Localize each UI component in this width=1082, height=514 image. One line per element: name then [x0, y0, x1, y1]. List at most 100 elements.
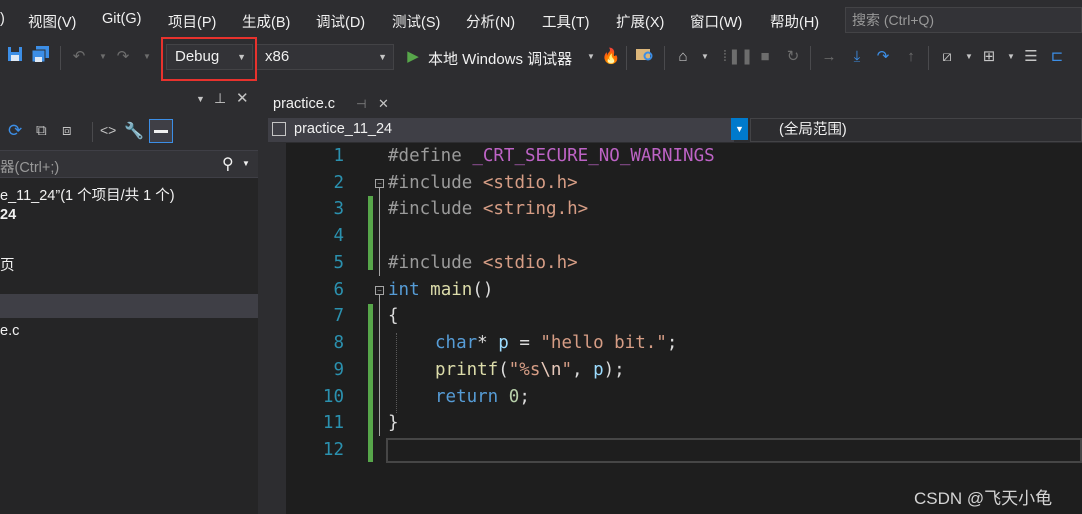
include-path-token: <stdio.h>	[482, 253, 578, 273]
comment-icon[interactable]: ☰	[1020, 46, 1042, 68]
menu-test[interactable]: 测试(S)	[392, 11, 440, 32]
platform-select[interactable]: x86 ▼	[256, 44, 394, 70]
menu-bar: ) 视图(V) Git(G) 项目(P) 生成(B) 调试(D) 测试(S) 分…	[0, 0, 1082, 40]
hex-display-icon[interactable]: ⧄	[936, 46, 958, 68]
panel-menu-icon[interactable]: ▼	[196, 94, 205, 104]
pause-icon[interactable]: ❚❚	[728, 46, 753, 68]
selected-row	[0, 294, 258, 318]
solution-explorer-toolbar: ⟳ ⧉ ⧈ <> 🔧	[0, 116, 258, 150]
code-map-icon[interactable]: ⊞	[978, 46, 1000, 68]
line-number: 5	[333, 253, 344, 273]
view-code-icon[interactable]: <>	[100, 122, 116, 138]
tab-label: practice.c	[273, 96, 336, 112]
solution-explorer: ▼ ⊥ ✕ ⟳ ⧉ ⧈ <> 🔧 器(Ctrl+;) ⚲ ▼ e_11_24”(…	[0, 86, 258, 514]
punctuation-token: ,	[572, 360, 594, 380]
preview-selected-items-icon[interactable]	[149, 119, 173, 143]
show-next-statement-icon[interactable]: →	[818, 46, 840, 68]
menu-window[interactable]: 窗口(W)	[690, 11, 742, 32]
menu-debug[interactable]: 调试(D)	[316, 11, 365, 32]
step-out-icon[interactable]: ↑	[900, 46, 922, 68]
save-all-icon[interactable]	[30, 46, 52, 68]
macro-token: _CRT_SECURE_NO_WARNINGS	[472, 146, 715, 166]
search-options-dropdown-icon[interactable]: ▼	[242, 159, 250, 168]
pin-icon[interactable]: ⊥	[214, 90, 226, 107]
pin-tab-icon[interactable]: ⊣	[356, 97, 366, 111]
punctuation-token: ()	[472, 280, 494, 300]
function-token: printf	[435, 360, 499, 380]
menu-extensions[interactable]: 扩展(X)	[616, 11, 664, 32]
browser-link-icon[interactable]: ⌂	[672, 46, 694, 68]
preprocessor-token: #define	[388, 146, 462, 166]
menu-analyze[interactable]: 分析(N)	[466, 11, 515, 32]
project-node[interactable]: 24	[0, 207, 16, 223]
collapse-icon[interactable]: −	[375, 286, 384, 295]
global-scope-select[interactable]: (全局范围)	[750, 118, 1082, 142]
chevron-down-icon[interactable]: ▼	[731, 118, 748, 140]
start-debug-icon[interactable]: ▶	[402, 46, 424, 68]
brace-token: }	[388, 413, 399, 433]
undo-dropdown-icon[interactable]: ▼	[92, 46, 114, 68]
hot-reload-icon[interactable]: 🔥	[600, 46, 622, 68]
close-tab-icon[interactable]: ✕	[378, 96, 389, 112]
solution-search-input[interactable]: 器(Ctrl+;) ⚲ ▼	[0, 150, 258, 178]
show-all-files-icon[interactable]: ⧈	[62, 122, 72, 139]
menu-build[interactable]: 生成(B)	[242, 11, 290, 32]
sync-icon[interactable]: ⟳	[8, 121, 22, 141]
menu-help[interactable]: 帮助(H)	[770, 11, 819, 32]
redo-dropdown-icon[interactable]: ▼	[136, 46, 158, 68]
change-indicator	[368, 304, 373, 462]
restart-icon[interactable]: ↻	[782, 46, 804, 68]
stop-icon[interactable]: ■	[754, 46, 776, 68]
panel-divider[interactable]	[258, 86, 286, 514]
menu-git[interactable]: Git(G)	[102, 11, 141, 27]
collapse-all-icon[interactable]: ⧉	[36, 122, 47, 139]
search-input[interactable]: 搜索 (Ctrl+Q)	[845, 7, 1082, 33]
code-line-11: }	[388, 413, 399, 433]
menu-project[interactable]: 项目(P)	[168, 11, 216, 32]
toolbar-separator	[928, 46, 929, 70]
line-number: 4	[333, 226, 344, 246]
line-number: 2	[333, 173, 344, 193]
code-line-8: char* p = "hello bit.";	[435, 333, 677, 353]
start-debug-button[interactable]: 本地 Windows 调试器	[428, 48, 572, 69]
line-number: 11	[322, 413, 344, 433]
project-scope-select[interactable]: practice_11_24	[268, 118, 734, 142]
save-icon[interactable]	[4, 46, 26, 68]
change-indicator	[368, 196, 373, 270]
step-over-icon[interactable]: ↷	[872, 46, 894, 68]
config-select[interactable]: Debug ▼	[166, 44, 253, 70]
solution-node[interactable]: e_11_24”(1 个项目/共 1 个)	[0, 184, 175, 205]
step-into-icon[interactable]: ⤓	[846, 46, 868, 68]
code-map-dropdown-icon[interactable]: ▼	[1000, 46, 1022, 68]
properties-icon[interactable]: 🔧	[124, 121, 144, 141]
keyword-token: int	[388, 280, 420, 300]
tab-practice-c[interactable]: practice.c ⊣ ✕	[264, 89, 400, 119]
source-file-node[interactable]: e.c	[0, 323, 19, 339]
code-line-6: int main()	[388, 280, 493, 300]
collapse-icon[interactable]: −	[375, 179, 384, 188]
menu-view[interactable]: 视图(V)	[28, 11, 76, 32]
menu-tools[interactable]: 工具(T)	[542, 11, 590, 32]
undo-icon[interactable]: ↶	[68, 46, 90, 68]
code-line-5: #include <stdio.h>	[388, 253, 578, 273]
tree-item[interactable]: 页	[0, 254, 15, 275]
line-number: 6	[333, 280, 344, 300]
code-line-3: #include <string.h>	[388, 199, 588, 219]
chevron-down-icon: ▼	[237, 52, 246, 62]
redo-icon[interactable]: ↷	[112, 46, 134, 68]
toolbar-separator	[60, 46, 61, 70]
menu-edit[interactable]: )	[0, 11, 5, 27]
function-token: main	[430, 280, 473, 300]
close-icon[interactable]: ✕	[236, 89, 249, 107]
browser-dropdown-icon[interactable]: ▼	[694, 46, 716, 68]
current-line-highlight	[386, 438, 1082, 463]
debug-target-dropdown-icon[interactable]: ▼	[580, 46, 602, 68]
include-path-token: <stdio.h>	[482, 173, 578, 193]
search-icon[interactable]: ⚲	[222, 154, 234, 174]
chevron-down-icon: ▼	[378, 52, 387, 62]
preprocessor-token: #include	[388, 199, 473, 219]
bookmark-icon[interactable]: ⊏	[1046, 46, 1068, 68]
hex-dropdown-icon[interactable]: ▼	[958, 46, 980, 68]
punctuation-token: ;	[666, 333, 678, 353]
find-in-files-icon[interactable]	[634, 46, 656, 68]
